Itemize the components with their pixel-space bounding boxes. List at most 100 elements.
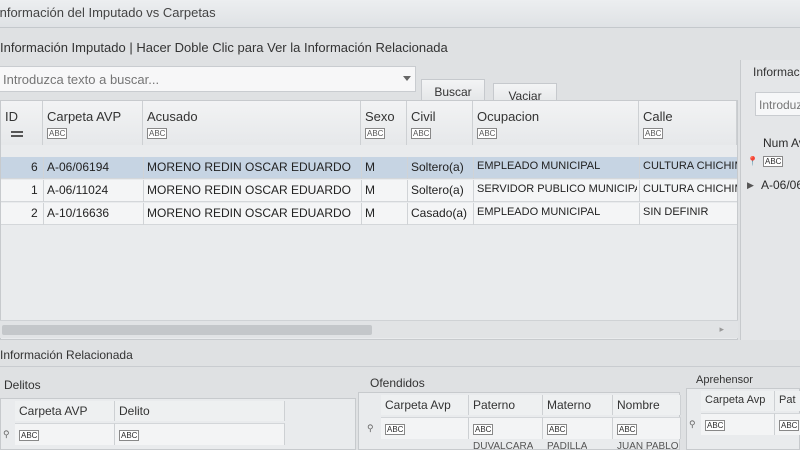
column-label: Civil bbox=[411, 109, 436, 124]
cell-divider bbox=[361, 203, 362, 225]
text-filter-icon[interactable]: ABC bbox=[643, 128, 664, 139]
text-filter-icon[interactable]: ABC bbox=[411, 128, 432, 139]
pin-icon[interactable]: ⚲ bbox=[367, 423, 374, 434]
cell-divider bbox=[407, 180, 408, 202]
column-header[interactable]: Carpeta Avp bbox=[701, 391, 775, 411]
delitos-title: Delitos bbox=[4, 378, 41, 392]
section-divider bbox=[0, 366, 800, 367]
text-filter-icon[interactable]: ABC bbox=[547, 424, 568, 435]
scroll-right-icon[interactable]: ▸ bbox=[719, 324, 724, 335]
cell-sexo: M bbox=[365, 183, 375, 197]
right-row-value[interactable]: A-06/06 bbox=[761, 178, 800, 192]
column-header-acusado[interactable]: Acusado ABC bbox=[143, 101, 361, 145]
cell-civil: Soltero(a) bbox=[411, 183, 464, 197]
aprehensor-title: Aprehensor bbox=[696, 374, 753, 386]
text-filter-icon[interactable]: ABC bbox=[477, 128, 498, 139]
text-filter-icon[interactable]: ABC bbox=[147, 128, 168, 139]
text-filter-icon[interactable]: ABC bbox=[19, 430, 40, 441]
section-subtitle: Información Imputado | Hacer Doble Clic … bbox=[0, 40, 448, 55]
column-label: ID bbox=[5, 109, 18, 124]
right-search-input[interactable]: Introduz bbox=[755, 92, 800, 116]
column-header-ocupacion[interactable]: Ocupacion ABC bbox=[473, 101, 639, 145]
text-filter-icon[interactable]: ABC bbox=[473, 424, 494, 435]
column-header[interactable]: Materno bbox=[543, 395, 613, 415]
text-filter-icon[interactable]: ABC bbox=[779, 420, 800, 431]
related-section-title: Información Relacionada bbox=[0, 348, 133, 362]
column-header[interactable]: Delito bbox=[115, 401, 285, 421]
window-title: Información del Imputado vs Carpetas bbox=[0, 5, 216, 20]
ofendidos-title: Ofendidos bbox=[370, 376, 425, 390]
filter-cell[interactable]: ABC bbox=[15, 423, 115, 445]
cell-acusado: MORENO REDIN OSCAR EDUARDO bbox=[147, 183, 352, 197]
delitos-grid[interactable]: Carpeta AVP Delito ⚲ ABC ABC bbox=[0, 398, 356, 450]
column-label: Sexo bbox=[365, 109, 395, 124]
table-row[interactable]: 2 A-10/16636 MORENO REDIN OSCAR EDUARDO … bbox=[1, 203, 737, 225]
pin-icon[interactable]: ⚲ bbox=[689, 419, 696, 430]
column-header[interactable]: Nombre bbox=[613, 395, 681, 415]
search-combobox[interactable] bbox=[0, 66, 416, 92]
aprehensor-grid[interactable]: Carpeta Avp Pat ⚲ ABC ABC bbox=[686, 388, 800, 450]
cell-ocupacion: EMPLEADO MUNICIPAL bbox=[477, 160, 601, 172]
column-label: Calle bbox=[643, 109, 673, 124]
filter-cell[interactable]: ABC bbox=[469, 417, 543, 439]
column-header[interactable]: Paterno bbox=[469, 395, 543, 415]
scrollbar-thumb[interactable] bbox=[2, 325, 372, 335]
table-row[interactable]: 6 A-06/06194 MORENO REDIN OSCAR EDUARDO … bbox=[1, 157, 737, 179]
cell-divider bbox=[473, 203, 474, 225]
column-header-carpeta[interactable]: Carpeta AVP ABC bbox=[43, 101, 143, 145]
cell-calle: CULTURA CHICHIM bbox=[643, 183, 737, 195]
cell-divider bbox=[639, 157, 640, 179]
dropdown-arrow-icon[interactable] bbox=[403, 76, 411, 81]
cell-divider bbox=[143, 157, 144, 179]
cell-divider bbox=[639, 203, 640, 225]
text-filter-icon[interactable]: ABC bbox=[47, 128, 68, 139]
cell-divider bbox=[407, 203, 408, 225]
column-header[interactable]: Carpeta Avp bbox=[381, 395, 469, 415]
cell-ocupacion: SERVIDOR PUBLICO MUNICIPA bbox=[477, 183, 637, 195]
cell-sexo: M bbox=[365, 160, 375, 174]
column-label: Acusado bbox=[147, 109, 198, 124]
filter-cell[interactable]: ABC bbox=[701, 413, 775, 435]
text-filter-icon[interactable]: ABC bbox=[365, 128, 386, 139]
column-header-id[interactable]: ID bbox=[1, 101, 43, 145]
text-filter-icon[interactable]: ABC bbox=[617, 424, 638, 435]
search-input[interactable] bbox=[0, 67, 389, 91]
cell-carpeta: A-06/11024 bbox=[47, 183, 109, 197]
text-filter-icon[interactable]: ABC bbox=[705, 420, 726, 431]
right-info-panel: Informacio Introduz Num Av 📍 ABC ▶ A-06/… bbox=[740, 60, 800, 340]
filter-cell[interactable]: ABC bbox=[775, 413, 800, 435]
cell-id: 6 bbox=[31, 160, 38, 174]
right-column-header[interactable]: Num Av bbox=[763, 136, 800, 150]
text-filter-icon[interactable]: ABC bbox=[763, 156, 784, 167]
cell-calle: SIN DEFINIR bbox=[643, 206, 709, 218]
row-indicator-icon: ▶ bbox=[747, 180, 754, 190]
pin-icon[interactable]: 📍 bbox=[747, 156, 758, 167]
cell-id: 1 bbox=[31, 183, 38, 197]
column-header[interactable]: Carpeta AVP bbox=[15, 401, 115, 421]
cell-calle: CULTURA CHICHIM bbox=[643, 160, 737, 172]
column-header-civil[interactable]: Civil ABC bbox=[407, 101, 473, 145]
text-filter-icon[interactable]: ABC bbox=[385, 424, 406, 435]
cell-carpeta: A-10/16636 bbox=[47, 206, 110, 220]
cell-acusado: MORENO REDIN OSCAR EDUARDO bbox=[147, 160, 352, 174]
cell-ocupacion: EMPLEADO MUNICIPAL bbox=[477, 206, 601, 218]
cell-divider bbox=[43, 203, 44, 225]
text-filter-icon[interactable]: ABC bbox=[119, 430, 140, 441]
filter-cell[interactable]: ABC bbox=[381, 417, 469, 439]
column-header[interactable]: Pat bbox=[775, 391, 800, 411]
cell-divider bbox=[407, 157, 408, 179]
filter-cell[interactable]: ABC bbox=[543, 417, 613, 439]
horizontal-scrollbar[interactable]: ▸ bbox=[0, 320, 738, 338]
cell-carpeta: A-06/06194 bbox=[47, 160, 110, 174]
cell-divider bbox=[361, 157, 362, 179]
column-header-calle[interactable]: Calle ABC bbox=[639, 101, 737, 145]
equals-filter-icon[interactable] bbox=[11, 131, 23, 133]
pin-icon[interactable]: ⚲ bbox=[3, 429, 10, 440]
imputado-grid[interactable]: ID Carpeta AVP ABC Acusado ABC Sexo ABC … bbox=[0, 100, 738, 340]
filter-cell[interactable]: ABC bbox=[613, 417, 681, 439]
ofendidos-grid[interactable]: Carpeta Avp Paterno Materno Nombre ⚲ ABC… bbox=[358, 392, 681, 450]
filter-cell[interactable]: ABC bbox=[115, 423, 285, 445]
column-header-sexo[interactable]: Sexo ABC bbox=[361, 101, 407, 145]
table-row[interactable]: 1 A-06/11024 MORENO REDIN OSCAR EDUARDO … bbox=[1, 180, 737, 202]
window-title-bar: Información del Imputado vs Carpetas bbox=[0, 0, 800, 28]
